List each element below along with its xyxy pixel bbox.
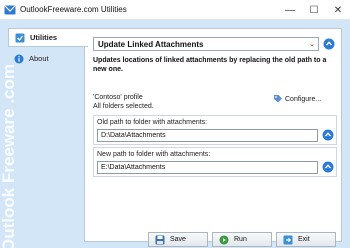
save-button[interactable]: Save	[148, 232, 208, 247]
exit-icon	[283, 235, 293, 244]
utility-selector[interactable]: Update Linked Attachments ⌄	[93, 37, 319, 51]
save-label: Save	[170, 236, 186, 243]
tab-utilities-label: Utilities	[30, 33, 58, 42]
chevron-down-icon: ⌄	[309, 41, 315, 48]
profile-folders: All folders selected.	[93, 103, 154, 110]
title-bar: OutlookFreeware.com Utilities — ☐ ✕	[0, 0, 350, 20]
svg-text:Outlook Freeware .com: Outlook Freeware .com	[0, 64, 18, 248]
tag-icon	[274, 95, 282, 103]
configure-link[interactable]: Configure...	[273, 94, 321, 104]
new-path-label: New path to folder with attachments:	[97, 151, 211, 158]
new-path-input[interactable]	[97, 161, 318, 174]
maximize-button[interactable]: ☐	[302, 0, 326, 20]
configure-label: Configure...	[285, 95, 322, 103]
exit-button[interactable]: Exit	[276, 232, 336, 247]
run-button[interactable]: Run	[212, 232, 272, 247]
new-path-browse-icon[interactable]	[322, 161, 334, 173]
run-icon	[219, 235, 229, 244]
info-icon	[14, 54, 24, 63]
tab-about-label: About	[29, 54, 49, 63]
old-path-label: Old path to folder with attachments:	[97, 119, 208, 126]
window-body: Outlook Freeware .com Utilities About Up…	[0, 20, 350, 248]
utility-selector-value: Update Linked Attachments	[98, 40, 204, 49]
utility-panel: Update Linked Attachments ⌄ Updates loca…	[84, 28, 342, 242]
watermark-text: Outlook Freeware .com	[0, 64, 18, 248]
tab-utilities[interactable]: Utilities	[8, 28, 88, 47]
profile-name: 'Contoso' profile	[93, 94, 143, 101]
old-path-browse-icon[interactable]	[322, 129, 334, 141]
exit-label: Exit	[298, 236, 310, 243]
utility-description: Updates locations of linked attachments …	[93, 57, 327, 73]
action-bar: Save Run Exit	[148, 232, 340, 247]
old-path-group: Old path to folder with attachments:	[93, 115, 337, 145]
save-icon	[155, 235, 165, 244]
new-path-group: New path to folder with attachments:	[93, 147, 337, 177]
profile-info: 'Contoso' profile All folders selected.	[93, 93, 154, 111]
help-arrow-icon[interactable]	[323, 38, 335, 50]
app-envelope-icon	[4, 5, 16, 15]
window-title: OutlookFreeware.com Utilities	[20, 5, 127, 14]
tab-about[interactable]: About	[8, 49, 84, 68]
utilities-icon	[15, 33, 25, 42]
minimize-button[interactable]: —	[278, 0, 302, 20]
tab-rail: Utilities About	[8, 28, 88, 68]
close-button[interactable]: ✕	[326, 0, 350, 20]
old-path-input[interactable]	[97, 129, 318, 142]
run-label: Run	[234, 236, 247, 243]
